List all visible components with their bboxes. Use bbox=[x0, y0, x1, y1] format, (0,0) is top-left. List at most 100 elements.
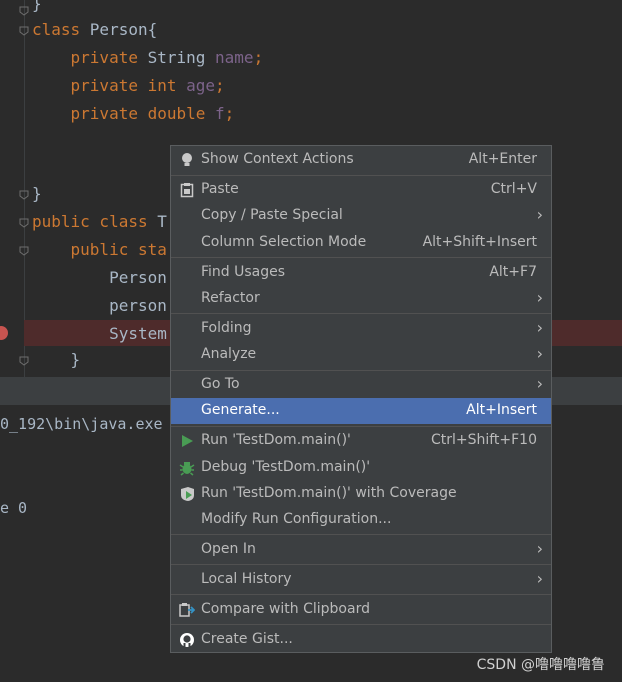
chevron-right-icon: › bbox=[536, 205, 543, 224]
code-line[interactable]: person bbox=[32, 296, 167, 316]
code-token: int bbox=[147, 76, 187, 95]
code-token: Person{ bbox=[89, 20, 158, 39]
code-token: System bbox=[32, 324, 167, 343]
menu-item-shortcut: Ctrl+Shift+F10 bbox=[430, 432, 537, 448]
menu-item-copy-paste-special[interactable]: Copy / Paste Special › bbox=[171, 203, 551, 229]
code-token: } bbox=[32, 350, 81, 369]
code-token: class bbox=[32, 20, 90, 39]
chevron-right-icon: › bbox=[536, 539, 543, 558]
fold-marker-icon[interactable] bbox=[19, 6, 29, 16]
code-token: private bbox=[32, 104, 148, 123]
chevron-right-icon: › bbox=[536, 288, 543, 307]
menu-item-label: Compare with Clipboard bbox=[201, 601, 370, 617]
chevron-right-icon: › bbox=[536, 374, 543, 393]
menu-separator bbox=[171, 370, 551, 371]
menu-item-find-usages[interactable]: Find Usages Alt+F7 bbox=[171, 260, 551, 286]
debug-icon bbox=[179, 462, 195, 476]
menu-item-paste[interactable]: Paste Ctrl+V bbox=[171, 177, 551, 203]
menu-separator bbox=[171, 257, 551, 258]
fold-marker-icon[interactable] bbox=[19, 356, 29, 366]
menu-item-analyze[interactable]: Analyze › bbox=[171, 342, 551, 368]
breakpoint-icon[interactable] bbox=[0, 326, 8, 340]
code-token: } bbox=[32, 0, 42, 13]
menu-separator bbox=[171, 594, 551, 595]
menu-item-label: Analyze bbox=[201, 346, 257, 362]
code-line[interactable]: public sta bbox=[32, 240, 167, 260]
chevron-right-icon: › bbox=[536, 318, 543, 337]
chevron-right-icon: › bbox=[536, 569, 543, 588]
code-token: ; bbox=[224, 104, 235, 123]
menu-item-show-context-actions[interactable]: Show Context Actions Alt+Enter bbox=[171, 147, 551, 173]
code-line[interactable]: private double f; bbox=[32, 104, 235, 124]
fold-marker-icon[interactable] bbox=[19, 26, 29, 36]
code-token: public class bbox=[32, 212, 158, 231]
menu-item-label: Run 'TestDom.main()' with Coverage bbox=[201, 485, 457, 501]
code-token: double bbox=[147, 104, 216, 123]
code-token: String bbox=[147, 48, 216, 67]
menu-item-run-testdom-main[interactable]: Run 'TestDom.main()' Ctrl+Shift+F10 bbox=[171, 428, 551, 454]
menu-item-run-testdom-main-with-coverage[interactable]: Run 'TestDom.main()' with Coverage bbox=[171, 481, 551, 507]
code-line[interactable]: private String name; bbox=[32, 48, 264, 68]
menu-item-debug-testdom-main[interactable]: Debug 'TestDom.main()' bbox=[171, 455, 551, 481]
menu-item-shortcut: Alt+Shift+Insert bbox=[422, 234, 537, 250]
fold-marker-icon[interactable] bbox=[19, 246, 29, 256]
code-line[interactable]: } bbox=[32, 350, 81, 370]
menu-item-compare-with-clipboard[interactable]: Compare with Clipboard bbox=[171, 597, 551, 623]
menu-item-label: Find Usages bbox=[201, 264, 286, 280]
menu-item-label: Debug 'TestDom.main()' bbox=[201, 459, 371, 475]
code-token: person bbox=[32, 296, 167, 315]
menu-item-label: Local History bbox=[201, 571, 292, 587]
menu-item-label: Show Context Actions bbox=[201, 151, 354, 167]
code-line[interactable]: System bbox=[32, 324, 167, 344]
code-line[interactable]: } bbox=[32, 184, 42, 204]
compare-icon bbox=[179, 603, 195, 617]
menu-item-label: Copy / Paste Special bbox=[201, 207, 343, 223]
menu-item-shortcut: Alt+Enter bbox=[468, 151, 537, 167]
menu-item-label: Generate... bbox=[201, 402, 280, 418]
menu-item-label: Open In bbox=[201, 541, 256, 557]
code-token: private bbox=[32, 48, 148, 67]
menu-item-shortcut: Alt+Insert bbox=[466, 402, 537, 418]
context-menu: Show Context Actions Alt+Enter Paste Ctrl+V… bbox=[170, 145, 552, 653]
code-line[interactable]: class Person{ bbox=[32, 20, 157, 40]
run-icon bbox=[182, 435, 193, 447]
menu-separator bbox=[171, 564, 551, 565]
code-line[interactable]: private int age; bbox=[32, 76, 225, 96]
code-token: public sta bbox=[32, 240, 167, 259]
code-line[interactable]: Person bbox=[32, 268, 167, 288]
code-token: age bbox=[186, 76, 216, 95]
menu-separator bbox=[171, 534, 551, 535]
fold-marker-icon[interactable] bbox=[19, 190, 29, 200]
console-exit-line: e 0 bbox=[0, 499, 28, 517]
menu-item-modify-run-configuration[interactable]: Modify Run Configuration... bbox=[171, 507, 551, 533]
menu-item-label: Column Selection Mode bbox=[201, 234, 367, 250]
watermark: CSDN @噜噜噜噜鲁 bbox=[476, 657, 605, 673]
code-token: f bbox=[215, 104, 225, 123]
menu-item-folding[interactable]: Folding › bbox=[171, 316, 551, 342]
menu-item-go-to[interactable]: Go To › bbox=[171, 372, 551, 398]
fold-marker-icon[interactable] bbox=[19, 218, 29, 228]
menu-item-label: Modify Run Configuration... bbox=[201, 511, 392, 527]
code-line[interactable]: public class T bbox=[32, 212, 167, 232]
menu-item-local-history[interactable]: Local History › bbox=[171, 567, 551, 593]
menu-item-column-selection-mode[interactable]: Column Selection Mode Alt+Shift+Insert bbox=[171, 230, 551, 256]
menu-item-open-in[interactable]: Open In › bbox=[171, 537, 551, 563]
menu-item-label: Go To bbox=[201, 376, 240, 392]
menu-separator bbox=[171, 624, 551, 625]
menu-separator bbox=[171, 426, 551, 427]
bulb-icon bbox=[182, 153, 192, 166]
menu-item-create-gist[interactable]: Create Gist... bbox=[171, 627, 551, 653]
menu-item-label: Folding bbox=[201, 320, 252, 336]
code-line[interactable]: } bbox=[32, 0, 42, 14]
code-token: name bbox=[215, 48, 254, 67]
menu-item-refactor[interactable]: Refactor › bbox=[171, 286, 551, 312]
code-token: ; bbox=[253, 48, 264, 67]
clipboard-icon bbox=[180, 183, 194, 198]
code-token: ; bbox=[215, 76, 225, 95]
code-token: Person bbox=[32, 268, 167, 287]
menu-item-generate[interactable]: Generate... Alt+Insert bbox=[171, 398, 551, 424]
menu-item-label: Run 'TestDom.main()' bbox=[201, 432, 351, 448]
chevron-right-icon: › bbox=[536, 344, 543, 363]
menu-item-shortcut: Ctrl+V bbox=[490, 181, 537, 197]
menu-item-label: Refactor bbox=[201, 290, 260, 306]
